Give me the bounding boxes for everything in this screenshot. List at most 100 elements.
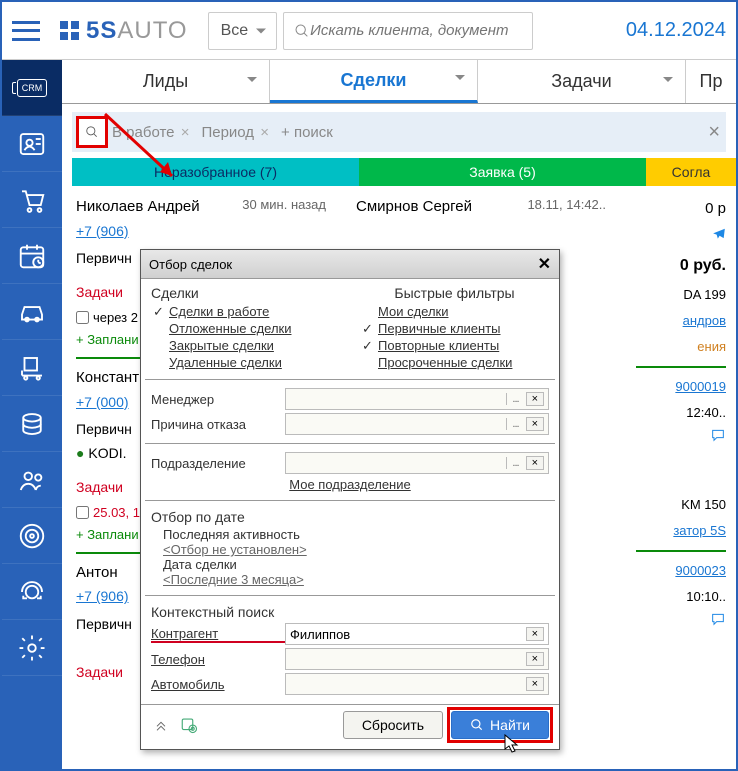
filter-link-mydeals[interactable]: Мои сделки [360,303,549,320]
section-date: Отбор по дате [151,509,549,525]
global-search-input[interactable] [310,22,522,39]
auto-input[interactable]: × [285,673,549,695]
filter-chip-label: В работе [112,124,175,141]
clear-icon[interactable]: × [526,417,544,431]
tab-tasks[interactable]: Задачи [478,60,686,103]
counterparty-input[interactable]: Филиппов× [285,623,549,645]
filter-link-repeat[interactable]: Повторные клиенты [360,337,549,354]
field-label-reason: Причина отказа [151,417,285,432]
picker-icon[interactable]: ... [506,393,523,405]
sidebar-target[interactable] [2,508,62,564]
stage-application[interactable]: Заявка (5) [359,158,646,186]
link-last-3-months[interactable]: <Последние 3 месяца> [151,572,549,587]
search-icon [470,718,484,732]
sidebar-money[interactable] [2,396,62,452]
sidebar: CRM [2,60,62,769]
tab-deals[interactable]: Сделки [270,60,478,103]
filter-link-closed[interactable]: Закрытые сделки [151,337,340,354]
sidebar-contacts[interactable] [2,116,62,172]
sidebar-car[interactable] [2,284,62,340]
message-icon[interactable] [710,427,726,443]
pipeline: Неразобранное (7) Заявка (5) Согла [72,158,736,186]
find-button[interactable]: Найти [451,711,549,739]
sidebar-support[interactable] [2,564,62,620]
task-checkbox[interactable] [76,311,89,324]
time-text: 10:10.. [636,584,726,610]
task-checkbox[interactable] [76,506,89,519]
sidebar-people[interactable] [2,452,62,508]
lead-car: KODI. [88,445,126,461]
clear-icon[interactable]: × [526,652,544,666]
collapse-icon[interactable] [151,715,171,735]
reset-button[interactable]: Сбросить [343,711,443,739]
picker-icon[interactable]: ... [506,457,523,469]
sidebar-warehouse[interactable] [2,340,62,396]
deal-price: 0 руб. [636,250,726,282]
sidebar-settings[interactable] [2,620,62,676]
lead-time: 18.11, 14:42.. [527,194,606,220]
filter-search-button[interactable] [78,118,106,146]
lead-name[interactable]: Смирнов Сергей [356,194,472,220]
phone-input[interactable]: × [285,648,549,670]
clear-icon[interactable]: × [526,456,544,470]
find-button-label: Найти [490,717,530,733]
tab-more-label: Пр [700,71,723,92]
sidebar-crm[interactable]: CRM [2,60,62,116]
filter-chip-in-work[interactable]: В работе × [112,124,189,141]
cursor-icon [503,733,521,755]
lead-name[interactable]: Николаев Андрей [76,194,200,220]
chip-remove-icon[interactable]: × [260,124,269,141]
filter-bar-close[interactable]: × [708,121,720,144]
clear-icon[interactable]: × [526,627,544,641]
deal-number[interactable]: 9000023 [636,558,726,584]
reset-button-label: Сбросить [362,717,424,733]
section-context-search: Контекстный поиск [151,604,549,620]
filter-add[interactable]: + поиск [281,124,333,141]
task-text: 25.03, 1 [93,502,140,524]
sub-deal-date: Дата сделки [151,557,549,572]
clear-icon[interactable]: × [526,677,544,691]
lead-primary-label: Первичн [76,418,132,442]
clear-icon[interactable]: × [526,392,544,406]
stage-unassigned[interactable]: Неразобранное (7) [72,158,359,186]
lead-phone[interactable]: +7 (906) [76,223,129,239]
division-input[interactable]: ...× [285,452,549,474]
manager-link[interactable]: андров [636,308,726,334]
filter-link-deleted[interactable]: Удаленные сделки [151,354,340,371]
field-label-auto: Автомобиль [151,677,285,692]
filter-chip-period[interactable]: Период × [201,124,269,141]
deal-number[interactable]: 9000019 [636,374,726,400]
dialog-titlebar[interactable]: Отбор сделок ✕ [141,250,559,279]
tab-deals-label: Сделки [341,70,407,91]
car-label: KM 150 [636,492,726,518]
filter-dialog: Отбор сделок ✕ Сделки Сделки в работе От… [140,249,560,750]
hamburger-menu[interactable] [12,21,40,41]
chip-remove-icon[interactable]: × [181,124,190,141]
link-no-filter[interactable]: <Отбор не установлен> [151,542,549,557]
tab-more[interactable]: Пр [686,60,736,103]
filter-link-active[interactable]: Сделки в работе [151,303,340,320]
sidebar-cart[interactable] [2,172,62,228]
dialog-close-icon[interactable]: ✕ [538,254,551,274]
picker-icon[interactable]: ... [506,418,523,430]
filter-link-primary[interactable]: Первичные клиенты [360,320,549,337]
telegram-icon[interactable] [712,227,726,241]
filter-link-overdue[interactable]: Просроченные сделки [360,354,549,371]
filter-chip-label: Период [201,124,254,141]
settings-icon[interactable] [179,715,199,735]
message-icon[interactable] [710,611,726,627]
filter-link-postponed[interactable]: Отложенные сделки [151,320,340,337]
lead-phone[interactable]: +7 (906) [76,588,129,604]
sidebar-calendar[interactable] [2,228,62,284]
filter-bar: В работе × Период × + поиск × [72,112,726,152]
tab-leads[interactable]: Лиды [62,60,270,103]
link-my-division[interactable]: Мое подразделение [289,476,410,493]
tab-tasks-label: Задачи [551,71,611,92]
manager-link[interactable]: затор 5S [636,518,726,544]
scope-dropdown[interactable]: Все [208,12,278,50]
global-search[interactable] [283,12,533,50]
reason-input[interactable]: ...× [285,413,549,435]
manager-input[interactable]: ...× [285,388,549,410]
deal-amount: 0 р [636,194,726,224]
lead-phone[interactable]: +7 (000) [76,394,129,410]
